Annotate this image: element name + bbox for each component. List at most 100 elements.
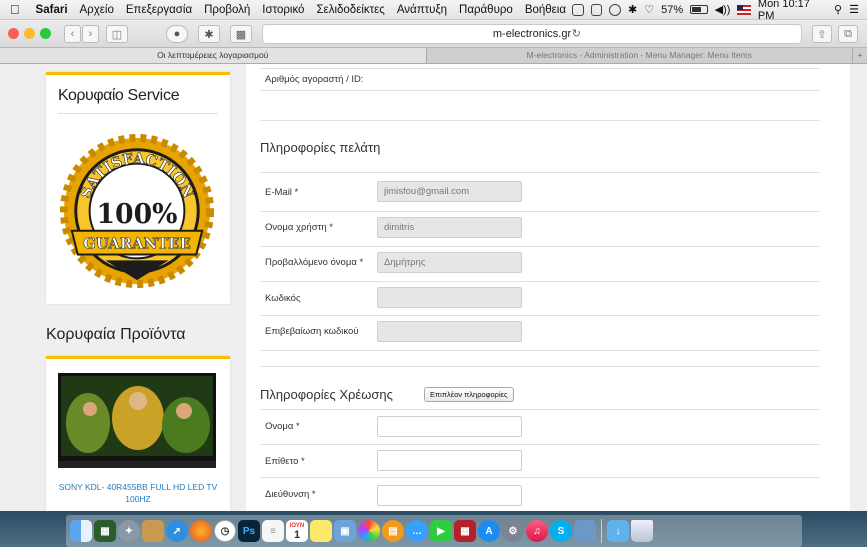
product-card[interactable]: SONY KDL- 40R455BB FULL HD LED TV 100HZ: [46, 356, 230, 511]
divider: [260, 444, 820, 445]
menu-bookmarks[interactable]: Σελιδοδείκτες: [310, 4, 390, 16]
firstname-label: Ονομα *: [265, 421, 300, 432]
tab-menu-manager[interactable]: M-electronics - Administration - Menu Ma…: [427, 48, 853, 63]
service-title-bold: Κορυφαίο: [58, 87, 124, 104]
reload-icon[interactable]: ↻: [572, 25, 581, 43]
lastname-label: Επίθετο *: [265, 456, 305, 467]
mission-control-icon[interactable]: ▦: [94, 520, 116, 542]
menu-help[interactable]: Βοήθεια: [519, 4, 572, 16]
minimize-window-icon[interactable]: [24, 28, 35, 39]
adblock-icon[interactable]: ●: [166, 25, 188, 43]
downloads-folder-icon[interactable]: ↓: [607, 520, 629, 542]
divider: [260, 211, 820, 212]
buyer-id-label: Αριθμός αγοραστή / ID:: [265, 74, 364, 85]
address-label: Διεύθυνση *: [265, 489, 316, 500]
photo-booth-icon[interactable]: ▦: [454, 520, 476, 542]
lastname-field[interactable]: [377, 450, 522, 471]
address-field[interactable]: [377, 485, 522, 506]
safari-icon[interactable]: ➚: [166, 520, 188, 542]
back-button-icon[interactable]: ‹: [64, 25, 81, 43]
menu-file[interactable]: Αρχείο: [74, 4, 120, 16]
password-confirm-field[interactable]: [377, 321, 522, 342]
divider: [260, 315, 820, 316]
itunes-icon[interactable]: ♫: [526, 520, 548, 542]
apple-menu-icon[interactable]: : [0, 2, 30, 17]
address-bar[interactable]: m-electronics.gr ↻: [262, 24, 802, 44]
more-info-button[interactable]: Επιπλέον πληροφορίες: [424, 387, 514, 402]
menu-edit[interactable]: Επεξεργασία: [120, 4, 198, 16]
divider: [260, 120, 820, 121]
skype-icon[interactable]: S: [550, 520, 572, 542]
top-products-title: Κορυφαία Προϊόντα: [46, 326, 186, 343]
battery-icon[interactable]: [690, 5, 708, 14]
extension-icon[interactable]: ✱: [198, 25, 220, 43]
tab-overview-icon[interactable]: ⧉: [838, 25, 858, 43]
divider: [260, 409, 820, 410]
divider: [260, 366, 820, 367]
photo-browser-icon[interactable]: [358, 520, 380, 542]
product-name-link[interactable]: SONY KDL- 40R455BB FULL HD LED TV 100HZ: [50, 481, 226, 505]
divider: [260, 68, 820, 69]
finder-icon[interactable]: [70, 520, 92, 542]
service-title: Κορυφαίο Service: [46, 75, 230, 105]
menu-view[interactable]: Προβολή: [198, 4, 256, 16]
bluetooth-icon[interactable]: ✱: [628, 3, 637, 16]
firefox-icon[interactable]: [190, 520, 212, 542]
menu-window[interactable]: Παράθυρο: [453, 4, 519, 16]
divider: [260, 281, 820, 282]
app-store-icon[interactable]: A: [478, 520, 500, 542]
wifi-icon[interactable]: ♡: [644, 3, 654, 16]
account-form: Αριθμός αγοραστή / ID: Πληροφορίες πελάτ…: [246, 64, 850, 511]
forward-button-icon[interactable]: ›: [82, 25, 99, 43]
volume-icon[interactable]: ◀)): [715, 3, 731, 16]
window-controls: [0, 28, 51, 39]
display-name-field[interactable]: Δημήτρης: [377, 252, 522, 273]
password-field[interactable]: [377, 287, 522, 308]
clock[interactable]: Mon 10:17 PM: [758, 0, 827, 22]
ibooks-icon[interactable]: ▤: [382, 520, 404, 542]
satisfaction-guarantee-badge: SATISFACTION 100% GUARANTEE: [59, 133, 215, 289]
tab-bar: Οι λεπτομέρειες λογαριασμού M-electronic…: [0, 48, 867, 64]
notification-center-icon[interactable]: ☰: [849, 3, 859, 16]
username-field[interactable]: dimitris: [377, 217, 522, 238]
battery-percent[interactable]: 57%: [661, 4, 683, 16]
divider: [260, 90, 820, 91]
launchpad-icon[interactable]: ✦: [118, 520, 140, 542]
screenshot-tool-icon[interactable]: [572, 3, 584, 16]
billing-info-heading: Πληροφορίες Χρέωσης: [260, 387, 393, 402]
firstname-field[interactable]: [377, 416, 522, 437]
menu-history[interactable]: Ιστορικό: [256, 4, 310, 16]
input-source-flag-icon[interactable]: [737, 4, 751, 15]
menu-develop[interactable]: Ανάπτυξη: [391, 4, 453, 16]
preview-icon[interactable]: ▣: [334, 520, 356, 542]
product-tv-image[interactable]: [58, 373, 216, 468]
tab-account-details[interactable]: Οι λεπτομέρειες λογαριασμού: [0, 48, 427, 63]
customer-info-heading: Πληροφορίες πελάτη: [260, 140, 381, 155]
photos-app-icon[interactable]: [142, 520, 164, 542]
facetime-icon[interactable]: ▶: [430, 520, 452, 542]
share-icon[interactable]: ⇧: [812, 25, 832, 43]
new-tab-icon[interactable]: +: [853, 48, 867, 63]
stickies-icon[interactable]: [310, 520, 332, 542]
clock-icon[interactable]: ◷: [214, 520, 236, 542]
calendar-day: 1: [293, 529, 301, 541]
zoom-window-icon[interactable]: [40, 28, 51, 39]
close-window-icon[interactable]: [8, 28, 19, 39]
time-machine-icon[interactable]: [609, 3, 621, 16]
photoshop-icon[interactable]: Ps: [238, 520, 260, 542]
reader-extension-icon[interactable]: ▩: [230, 25, 252, 43]
trash-icon[interactable]: [631, 520, 653, 542]
notes-icon[interactable]: ≡: [262, 520, 284, 542]
display-mirror-icon[interactable]: [590, 3, 603, 16]
sidebar-toggle-icon[interactable]: ◫: [106, 25, 128, 43]
messages-icon[interactable]: …: [406, 520, 428, 542]
calendar-icon[interactable]: ΙΟΥΝ 1: [286, 520, 308, 542]
system-preferences-icon[interactable]: ⚙: [502, 520, 524, 542]
spotlight-icon[interactable]: ⚲: [834, 3, 842, 16]
service-box: Κορυφαίο Service SATISFACTION 100% GUARA…: [46, 72, 230, 304]
image-capture-icon[interactable]: [574, 520, 596, 542]
username-label: Ονομα χρήστη *: [265, 222, 333, 233]
email-field[interactable]: jimisfou@gmail.com: [377, 181, 522, 202]
divider: [58, 113, 218, 114]
menu-safari[interactable]: Safari: [30, 4, 74, 16]
